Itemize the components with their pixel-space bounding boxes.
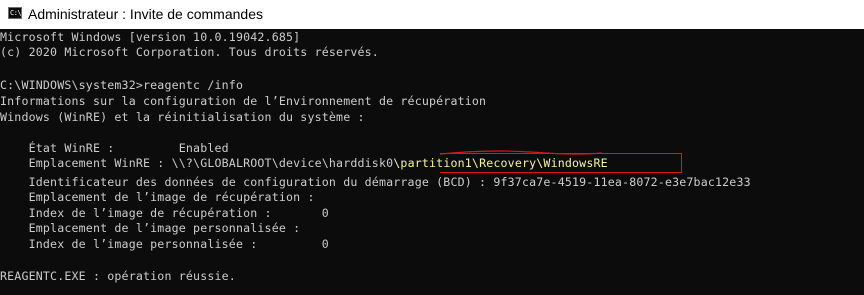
- console-line: Informations sur la configuration de l’E…: [0, 94, 487, 108]
- cmd-icon: C:\: [8, 7, 22, 19]
- winre-location-highlight: \partition1\Recovery\WindowsRE: [393, 156, 608, 170]
- console-line: REAGENTC.EXE : opération réussie.: [0, 269, 236, 283]
- winre-location-prefix: Emplacement WinRE : \\?\GLOBALROOT\devic…: [0, 156, 394, 170]
- cmd-icon-label: C:\: [10, 9, 22, 17]
- console-line: État WinRE : Enabled: [0, 141, 229, 155]
- console-line: Index de l’image personnalisée : 0: [0, 237, 329, 251]
- console-line: Index de l’image de récupération : 0: [0, 206, 329, 220]
- console-line: Windows (WinRE) et la réinitialisation d…: [0, 110, 365, 124]
- console-line: Emplacement de l’image de récupération :: [0, 190, 315, 204]
- console-line: Microsoft Windows [version 10.0.19042.68…: [0, 30, 301, 44]
- console-line: (c) 2020 Microsoft Corporation. Tous dro…: [0, 45, 379, 59]
- console-output[interactable]: Microsoft Windows [version 10.0.19042.68…: [0, 29, 864, 295]
- winre-location-line: Emplacement WinRE : \\?\GLOBALROOT\devic…: [0, 156, 608, 170]
- console-line: C:\WINDOWS\system32>reagentc /info: [0, 78, 244, 92]
- console-line: Identificateur des données de configurat…: [0, 175, 751, 189]
- console-line: Emplacement de l’image personnalisée :: [0, 221, 301, 235]
- window-title: Administrateur : Invite de commandes: [28, 6, 263, 22]
- title-bar[interactable]: C:\ Administrateur : Invite de commandes: [0, 0, 864, 29]
- command-prompt-window: C:\ Administrateur : Invite de commandes…: [0, 0, 864, 295]
